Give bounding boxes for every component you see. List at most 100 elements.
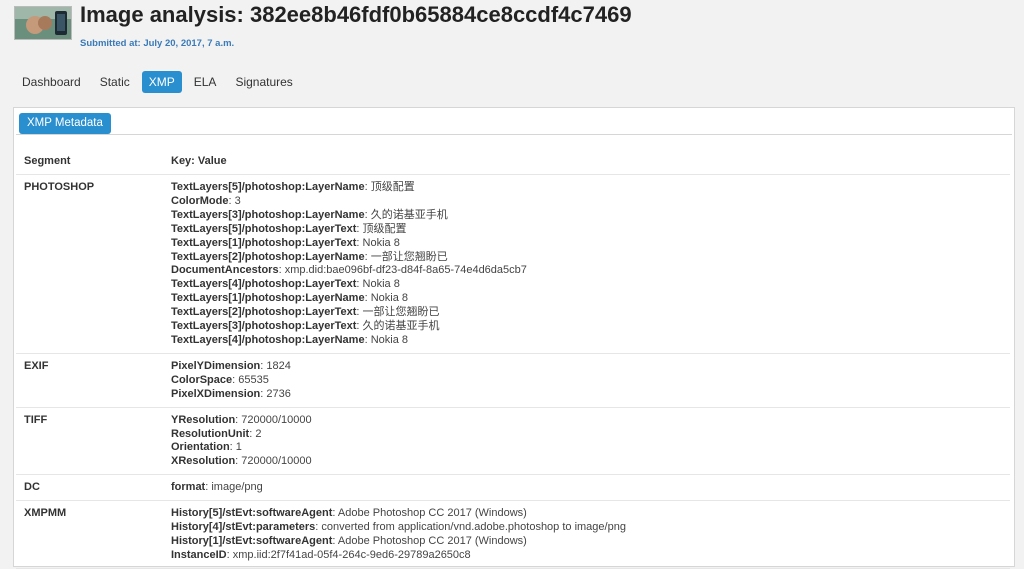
key-value-pair: TextLayers[3]/photoshop:LayerName: 久的诺基亚… xyxy=(171,209,1002,223)
metadata-table: Segment Key: Value PHOTOSHOP TextLayers[5… xyxy=(16,147,1010,569)
key-value-cell: YResolution: 720000/10000 ResolutionUnit:… xyxy=(163,407,1010,476)
metadata-value: 1824 xyxy=(266,359,291,372)
metadata-key: TextLayers[4]/photoshop:LayerText xyxy=(171,278,357,291)
key-value-cell: History[5]/stEvt:softwareAgent: Adobe Ph… xyxy=(163,500,1010,569)
key-value-pair: DocumentAncestors: xmp.did:bae096bf-df23… xyxy=(171,264,1002,278)
key-value-cell: TextLayers[5]/photoshop:LayerName: 顶级配置 C… xyxy=(163,174,1010,354)
key-value-pair: History[1]/stEvt:softwareAgent: Adobe Ph… xyxy=(171,535,1002,549)
table-row: XMPMM History[5]/stEvt:softwareAgent: Ado… xyxy=(16,500,1010,569)
tab-ela[interactable]: ELA xyxy=(187,71,224,93)
key-value-pair: YResolution: 720000/10000 xyxy=(171,414,1002,428)
subtab-divider xyxy=(16,134,1012,135)
key-value-pair: PixelXDimension: 2736 xyxy=(171,388,1002,402)
key-value-pair: TextLayers[1]/photoshop:LayerName: Nokia… xyxy=(171,292,1002,306)
segment-cell: TIFF xyxy=(16,407,163,476)
metadata-value: Adobe Photoshop CC 2017 (Windows) xyxy=(337,534,527,547)
key-value-pair: Orientation: 1 xyxy=(171,441,1002,455)
metadata-value: 久的诺基亚手机 xyxy=(370,208,448,221)
tab-dashboard[interactable]: Dashboard xyxy=(15,71,88,93)
table-header-row: Segment Key: Value xyxy=(16,147,1010,175)
segment-cell: DC xyxy=(16,474,163,502)
key-value-pair: format: image/png xyxy=(171,481,1002,495)
thumbnail-image xyxy=(15,7,71,39)
metadata-value: 3 xyxy=(234,194,241,207)
metadata-key: TextLayers[3]/photoshop:LayerName xyxy=(171,208,365,221)
metadata-key: TextLayers[1]/photoshop:LayerText xyxy=(171,236,357,249)
metadata-value: Nokia 8 xyxy=(370,292,408,305)
metadata-key: History[5]/stEvt:softwareAgent xyxy=(171,507,333,520)
page-title: Image analysis: 382ee8b46fdf0b65884ce8cc… xyxy=(80,2,632,27)
metadata-key: History[4]/stEvt:parameters xyxy=(171,521,316,534)
metadata-value: 一部让您翘盼已 xyxy=(362,306,440,319)
metadata-key: TextLayers[1]/photoshop:LayerName xyxy=(171,292,365,305)
segment-cell: PHOTOSHOP xyxy=(16,174,163,354)
metadata-value: 2736 xyxy=(266,387,291,400)
metadata-value: Nokia 8 xyxy=(362,236,400,249)
metadata-value: 65535 xyxy=(238,373,269,386)
metadata-value: 720000/10000 xyxy=(241,413,312,426)
tab-bar: Dashboard Static XMP ELA Signatures xyxy=(15,71,305,93)
metadata-key: ColorSpace xyxy=(171,373,233,386)
metadata-value: Adobe Photoshop CC 2017 (Windows) xyxy=(337,507,527,520)
segment-cell: XMPMM xyxy=(16,500,163,569)
metadata-value: 720000/10000 xyxy=(241,455,312,468)
xmp-panel: XMP Metadata Segment Key: Value PHOTOSHO… xyxy=(13,107,1015,569)
metadata-value: 顶级配置 xyxy=(370,181,415,193)
metadata-key: TextLayers[2]/photoshop:LayerName xyxy=(171,250,365,263)
key-value-pair: XResolution: 720000/10000 xyxy=(171,455,1002,469)
metadata-key: History[1]/stEvt:softwareAgent xyxy=(171,534,333,547)
metadata-key: Orientation xyxy=(171,441,230,454)
table-row: TIFF YResolution: 720000/10000 ResolutionU… xyxy=(16,407,1010,476)
key-value-pair: ColorSpace: 65535 xyxy=(171,374,1002,388)
key-value-pair: TextLayers[2]/photoshop:LayerName: 一部让您翘… xyxy=(171,251,1002,265)
metadata-key: TextLayers[2]/photoshop:LayerText xyxy=(171,306,357,319)
metadata-value: 1 xyxy=(235,441,242,454)
metadata-value: Nokia 8 xyxy=(362,278,400,291)
tab-xmp-metadata[interactable]: XMP Metadata xyxy=(19,113,111,134)
key-value-pair: TextLayers[4]/photoshop:LayerText: Nokia… xyxy=(171,278,1002,292)
metadata-value: 顶级配置 xyxy=(362,222,407,235)
key-value-pair: TextLayers[5]/photoshop:LayerText: 顶级配置 xyxy=(171,223,1002,237)
metadata-key: format xyxy=(171,481,206,494)
tab-xmp[interactable]: XMP xyxy=(141,71,182,93)
image-thumbnail[interactable] xyxy=(14,6,72,40)
metadata-value: xmp.did:bae096bf-df23-d84f-8a65-74e4d6da… xyxy=(284,264,527,277)
key-value-pair: TextLayers[1]/photoshop:LayerText: Nokia… xyxy=(171,237,1002,251)
metadata-value: 久的诺基亚手机 xyxy=(362,320,440,333)
key-value-pair: PixelYDimension: 1824 xyxy=(171,360,1002,374)
key-value-pair: ColorMode: 3 xyxy=(171,195,1002,209)
column-header-segment: Segment xyxy=(16,147,163,175)
metadata-key: XResolution xyxy=(171,455,236,468)
key-value-pair: TextLayers[2]/photoshop:LayerText: 一部让您翘… xyxy=(171,306,1002,320)
key-value-pair: TextLayers[3]/photoshop:LayerText: 久的诺基亚… xyxy=(171,320,1002,334)
key-value-cell: PixelYDimension: 1824 ColorSpace: 65535 Pi… xyxy=(163,353,1010,408)
tab-static[interactable]: Static xyxy=(93,71,137,93)
key-value-cell: format: image/png xyxy=(163,474,1010,502)
key-value-pair: TextLayers[5]/photoshop:LayerName: 顶级配置 xyxy=(171,181,1002,195)
key-value-pair: ResolutionUnit: 2 xyxy=(171,428,1002,442)
column-header-keyvalue: Key: Value xyxy=(163,147,1010,175)
metadata-key: TextLayers[3]/photoshop:LayerText xyxy=(171,320,357,333)
metadata-rows: PHOTOSHOP TextLayers[5]/photoshop:LayerNa… xyxy=(16,174,1010,569)
table-row: DC format: image/png xyxy=(16,474,1010,502)
key-value-pair: TextLayers[4]/photoshop:LayerName: Nokia… xyxy=(171,334,1002,348)
submitted-date: Submitted at: July 20, 2017, 7 a.m. xyxy=(80,38,235,49)
metadata-key: TextLayers[5]/photoshop:LayerText xyxy=(171,222,357,235)
tab-signatures[interactable]: Signatures xyxy=(228,71,299,93)
metadata-key: TextLayers[4]/photoshop:LayerName xyxy=(171,333,365,346)
metadata-key: DocumentAncestors xyxy=(171,264,279,277)
metadata-key: InstanceID xyxy=(171,548,227,561)
table-row: EXIF PixelYDimension: 1824 ColorSpace: 655… xyxy=(16,353,1010,408)
metadata-key: TextLayers[5]/photoshop:LayerName xyxy=(171,181,365,193)
metadata-key: PixelYDimension xyxy=(171,359,261,372)
metadata-value: converted from application/vnd.adobe.pho… xyxy=(321,521,626,534)
metadata-key: ResolutionUnit xyxy=(171,427,250,440)
metadata-key: YResolution xyxy=(171,413,236,426)
metadata-value: Nokia 8 xyxy=(370,333,408,346)
table-row: PHOTOSHOP TextLayers[5]/photoshop:LayerNa… xyxy=(16,174,1010,354)
key-value-pair: History[4]/stEvt:parameters: converted f… xyxy=(171,521,1002,535)
metadata-value: xmp.iid:2f7f41ad-05f4-264c-9ed6-29789a26… xyxy=(232,548,471,561)
segment-cell: EXIF xyxy=(16,353,163,408)
key-value-pair: History[5]/stEvt:softwareAgent: Adobe Ph… xyxy=(171,507,1002,521)
metadata-key: ColorMode xyxy=(171,194,229,207)
